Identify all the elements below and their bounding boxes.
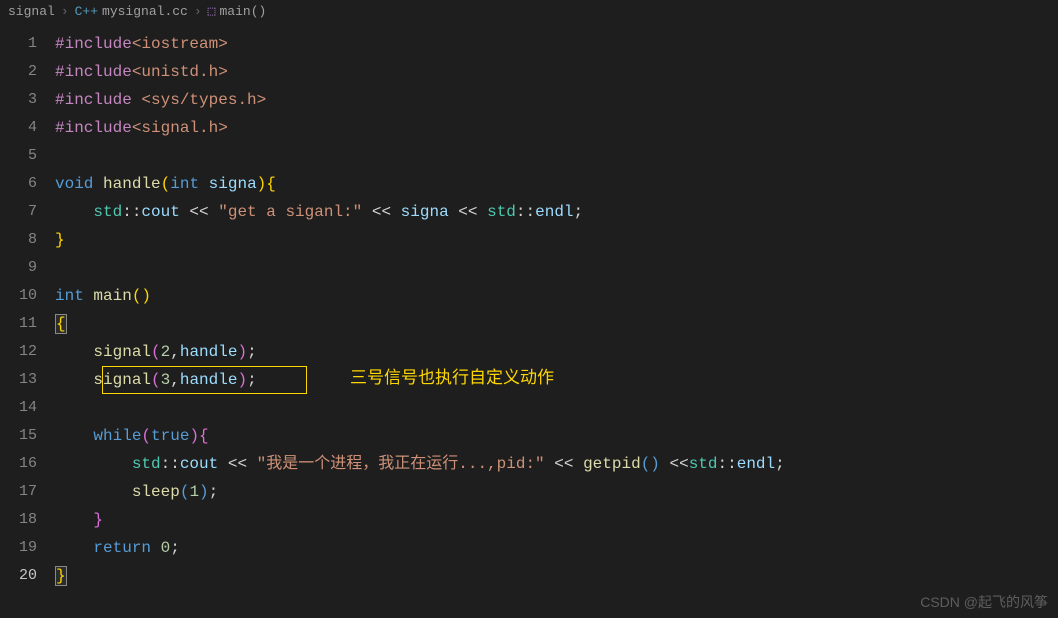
line-number: 1 xyxy=(0,30,37,58)
line-number: 14 xyxy=(0,394,37,422)
line-number: 16 xyxy=(0,450,37,478)
code-line[interactable]: while(true){ xyxy=(55,422,1058,450)
code-line[interactable]: } xyxy=(55,226,1058,254)
line-number: 3 xyxy=(0,86,37,114)
code-line[interactable]: #include<iostream> xyxy=(55,30,1058,58)
code-line[interactable]: } xyxy=(55,506,1058,534)
code-line[interactable] xyxy=(55,394,1058,422)
code-line[interactable] xyxy=(55,254,1058,282)
breadcrumb: signal › C++ mysignal.cc › ⬚ main() xyxy=(0,0,1058,22)
line-number: 6 xyxy=(0,170,37,198)
line-number: 17 xyxy=(0,478,37,506)
line-number: 7 xyxy=(0,198,37,226)
code-editor[interactable]: 1 2 3 4 5 6 7 8 9 10 11 12 13 14 15 16 1… xyxy=(0,22,1058,618)
code-line[interactable]: int main() xyxy=(55,282,1058,310)
line-number: 18 xyxy=(0,506,37,534)
line-number: 13 xyxy=(0,366,37,394)
symbol-method-icon: ⬚ xyxy=(208,4,216,19)
code-line[interactable]: std::cout << "get a siganl:" << signa <<… xyxy=(55,198,1058,226)
breadcrumb-folder[interactable]: signal xyxy=(8,4,55,19)
code-line[interactable]: #include<signal.h> xyxy=(55,114,1058,142)
line-number: 5 xyxy=(0,142,37,170)
code-line[interactable]: void handle(int signa){ xyxy=(55,170,1058,198)
line-number: 9 xyxy=(0,254,37,282)
code-line[interactable]: signal(2,handle); xyxy=(55,338,1058,366)
line-number: 2 xyxy=(0,58,37,86)
code-line[interactable]: return 0; xyxy=(55,534,1058,562)
line-number: 20 xyxy=(0,562,37,590)
cpp-file-icon: C++ xyxy=(75,4,98,19)
line-gutter: 1 2 3 4 5 6 7 8 9 10 11 12 13 14 15 16 1… xyxy=(0,22,55,618)
line-number: 4 xyxy=(0,114,37,142)
breadcrumb-file[interactable]: mysignal.cc xyxy=(102,4,188,19)
breadcrumb-separator-icon: › xyxy=(61,4,69,19)
line-number: 12 xyxy=(0,338,37,366)
code-line[interactable]: { xyxy=(55,310,1058,338)
line-number: 10 xyxy=(0,282,37,310)
line-number: 8 xyxy=(0,226,37,254)
code-line[interactable]: #include<unistd.h> xyxy=(55,58,1058,86)
breadcrumb-separator-icon: › xyxy=(194,4,202,19)
line-number: 15 xyxy=(0,422,37,450)
annotation-text: 三号信号也执行自定义动作 xyxy=(350,366,554,394)
code-line[interactable]: sleep(1); xyxy=(55,478,1058,506)
code-line[interactable]: std::cout << "我是一个进程，我正在运行...,pid:" << g… xyxy=(55,450,1058,478)
breadcrumb-symbol[interactable]: main() xyxy=(220,4,267,19)
code-line[interactable]: signal(3,handle);三号信号也执行自定义动作 xyxy=(55,366,1058,394)
line-number: 11 xyxy=(0,310,37,338)
code-line[interactable]: } xyxy=(55,562,1058,590)
watermark-text: CSDN @起飞的风筝 xyxy=(920,592,1048,612)
line-number: 19 xyxy=(0,534,37,562)
code-line[interactable] xyxy=(55,142,1058,170)
code-line[interactable]: #include <sys/types.h> xyxy=(55,86,1058,114)
code-content[interactable]: #include<iostream> #include<unistd.h> #i… xyxy=(55,22,1058,618)
